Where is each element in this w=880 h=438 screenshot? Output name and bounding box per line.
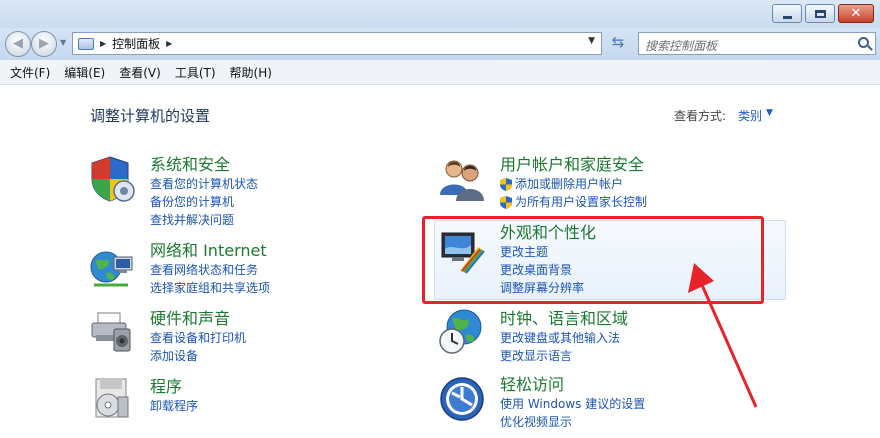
category-clock-language-region: 时钟、语言和区域 更改键盘或其他输入法 更改显示语言 (500, 309, 628, 365)
uac-shield-icon (500, 177, 512, 191)
recent-pages-dropdown[interactable]: ▼ (60, 38, 66, 47)
category-title[interactable]: 系统和安全 (150, 155, 258, 175)
refresh-button[interactable]: ⇆ (606, 33, 630, 54)
programs-box-icon[interactable] (88, 375, 136, 423)
arrow-right-icon: ▶ (39, 36, 49, 51)
search-placeholder: 搜索控制面板 (645, 39, 718, 53)
category-programs: 程序 卸载程序 (150, 377, 198, 415)
uac-shield-icon (500, 195, 512, 209)
link-view-network-status[interactable]: 查看网络状态和任务 (150, 261, 270, 279)
link-recommended-settings[interactable]: 使用 Windows 建议的设置 (500, 395, 645, 413)
category-title[interactable]: 程序 (150, 377, 198, 397)
breadcrumb-control-panel[interactable]: 控制面板 (112, 35, 160, 52)
menu-view[interactable]: 查看(V) (119, 64, 161, 81)
link-homegroup-sharing[interactable]: 选择家庭组和共享选项 (150, 279, 270, 297)
view-by-dropdown[interactable]: 类别 (738, 107, 762, 124)
page-title: 调整计算机的设置 (90, 107, 211, 125)
ease-of-access-icon[interactable] (438, 375, 486, 423)
refresh-icon: ⇆ (611, 33, 625, 51)
control-panel-icon (78, 37, 94, 50)
chevron-down-icon[interactable]: ▼ (766, 108, 773, 118)
address-toolbar: ◀ ▶ ▼ ▶ 控制面板 ▶ ▼ ⇆ 搜索控制面板 (0, 28, 880, 60)
title-bar: ✕ (0, 0, 880, 28)
category-title[interactable]: 时钟、语言和区域 (500, 309, 628, 329)
breadcrumb-separator-icon[interactable]: ▶ (166, 39, 172, 48)
menu-bar: 文件(F) 编辑(E) 查看(V) 工具(T) 帮助(H) (0, 60, 880, 85)
search-icon[interactable] (858, 37, 869, 48)
view-by-label: 查看方式: (674, 109, 727, 123)
maximize-icon (815, 10, 826, 18)
link-text[interactable]: 为所有用户设置家长控制 (515, 193, 647, 211)
category-title[interactable]: 硬件和声音 (150, 309, 246, 329)
link-change-keyboard-input[interactable]: 更改键盘或其他输入法 (500, 329, 628, 347)
menu-help[interactable]: 帮助(H) (230, 64, 272, 81)
back-button[interactable]: ◀ (5, 31, 31, 57)
category-title[interactable]: 网络和 Internet (150, 241, 270, 261)
breadcrumb-separator-icon[interactable]: ▶ (100, 39, 106, 48)
menu-tools[interactable]: 工具(T) (175, 64, 216, 81)
address-field[interactable]: ▶ 控制面板 ▶ ▼ (72, 32, 602, 55)
search-input[interactable]: 搜索控制面板 (638, 32, 876, 55)
link-add-device[interactable]: 添加设备 (150, 347, 246, 365)
close-icon: ✕ (850, 6, 862, 21)
link-view-computer-status[interactable]: 查看您的计算机状态 (150, 175, 258, 193)
link-text[interactable]: 添加或删除用户帐户 (515, 175, 623, 193)
network-globe-icon[interactable] (88, 243, 136, 291)
category-user-accounts: 用户帐户和家庭安全 添加或删除用户帐户 为所有用户设置家长控制 (500, 155, 647, 211)
forward-button[interactable]: ▶ (31, 31, 57, 57)
link-troubleshoot[interactable]: 查找并解决问题 (150, 211, 258, 229)
category-hardware-sound: 硬件和声音 查看设备和打印机 添加设备 (150, 309, 246, 365)
category-system-security: 系统和安全 查看您的计算机状态 备份您的计算机 查找并解决问题 (150, 155, 258, 229)
clock-globe-icon[interactable] (438, 307, 486, 355)
arrow-left-icon: ◀ (13, 36, 23, 51)
close-button[interactable]: ✕ (838, 4, 874, 23)
link-optimize-video-display[interactable]: 优化视频显示 (500, 413, 645, 431)
menu-file[interactable]: 文件(F) (10, 64, 50, 81)
minimize-icon (783, 16, 792, 19)
shield-icon[interactable] (88, 155, 136, 203)
category-ease-of-access: 轻松访问 使用 Windows 建议的设置 优化视频显示 (500, 375, 645, 431)
minimize-button[interactable] (772, 4, 802, 23)
link-devices-printers[interactable]: 查看设备和打印机 (150, 329, 246, 347)
category-network-internet: 网络和 Internet 查看网络状态和任务 选择家庭组和共享选项 (150, 241, 270, 297)
maximize-button[interactable] (805, 4, 835, 23)
address-history-dropdown[interactable]: ▼ (588, 36, 595, 46)
menu-edit[interactable]: 编辑(E) (64, 64, 105, 81)
users-icon[interactable] (438, 155, 486, 203)
category-title[interactable]: 轻松访问 (500, 375, 645, 395)
link-uninstall-program[interactable]: 卸载程序 (150, 397, 198, 415)
link-change-display-language[interactable]: 更改显示语言 (500, 347, 628, 365)
category-title[interactable]: 用户帐户和家庭安全 (500, 155, 647, 175)
link-add-remove-accounts[interactable]: 添加或删除用户帐户 (500, 175, 647, 193)
link-backup-computer[interactable]: 备份您的计算机 (150, 193, 258, 211)
link-parental-controls[interactable]: 为所有用户设置家长控制 (500, 193, 647, 211)
annotation-arrow-icon (688, 263, 758, 408)
window-controls: ✕ (769, 4, 874, 23)
printer-icon[interactable] (88, 307, 136, 355)
main-content: 调整计算机的设置 查看方式: 类别 ▼ 系统和安全 查看您的计算机状态 备份您的… (0, 85, 880, 438)
